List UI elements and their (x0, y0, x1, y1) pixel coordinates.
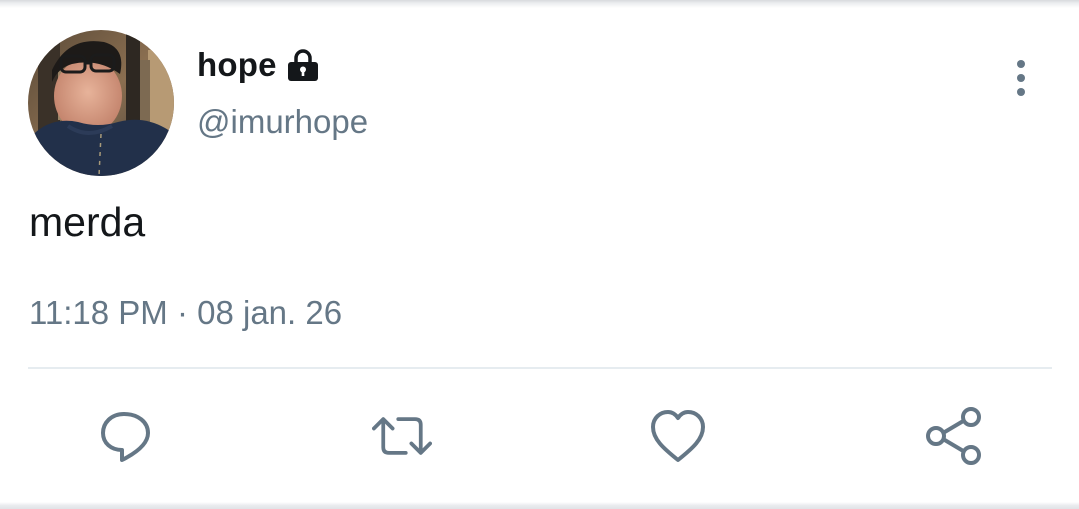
vertical-ellipsis-icon (1017, 60, 1025, 96)
like-button[interactable] (648, 406, 708, 466)
reply-button[interactable] (96, 406, 156, 466)
tweet-timestamp: 11:18 PM · 08 jan. 26 (29, 294, 343, 331)
retweet-button[interactable] (372, 406, 432, 466)
lock-icon (287, 49, 318, 81)
tweet-text: merda (29, 199, 146, 245)
speech-bubble-icon (101, 412, 150, 462)
author-handle[interactable]: @imurhope (197, 103, 368, 141)
avatar[interactable] (28, 30, 174, 176)
author-name-row: hope (197, 42, 320, 88)
display-name[interactable]: hope (197, 46, 277, 84)
share-nodes-icon (926, 407, 981, 465)
bottom-border (0, 502, 1079, 509)
retweet-arrows-icon (372, 417, 432, 455)
more-options-button[interactable] (1005, 58, 1037, 100)
top-border (0, 0, 1079, 8)
share-button[interactable] (924, 406, 984, 466)
heart-icon (651, 410, 705, 462)
divider (28, 367, 1052, 369)
